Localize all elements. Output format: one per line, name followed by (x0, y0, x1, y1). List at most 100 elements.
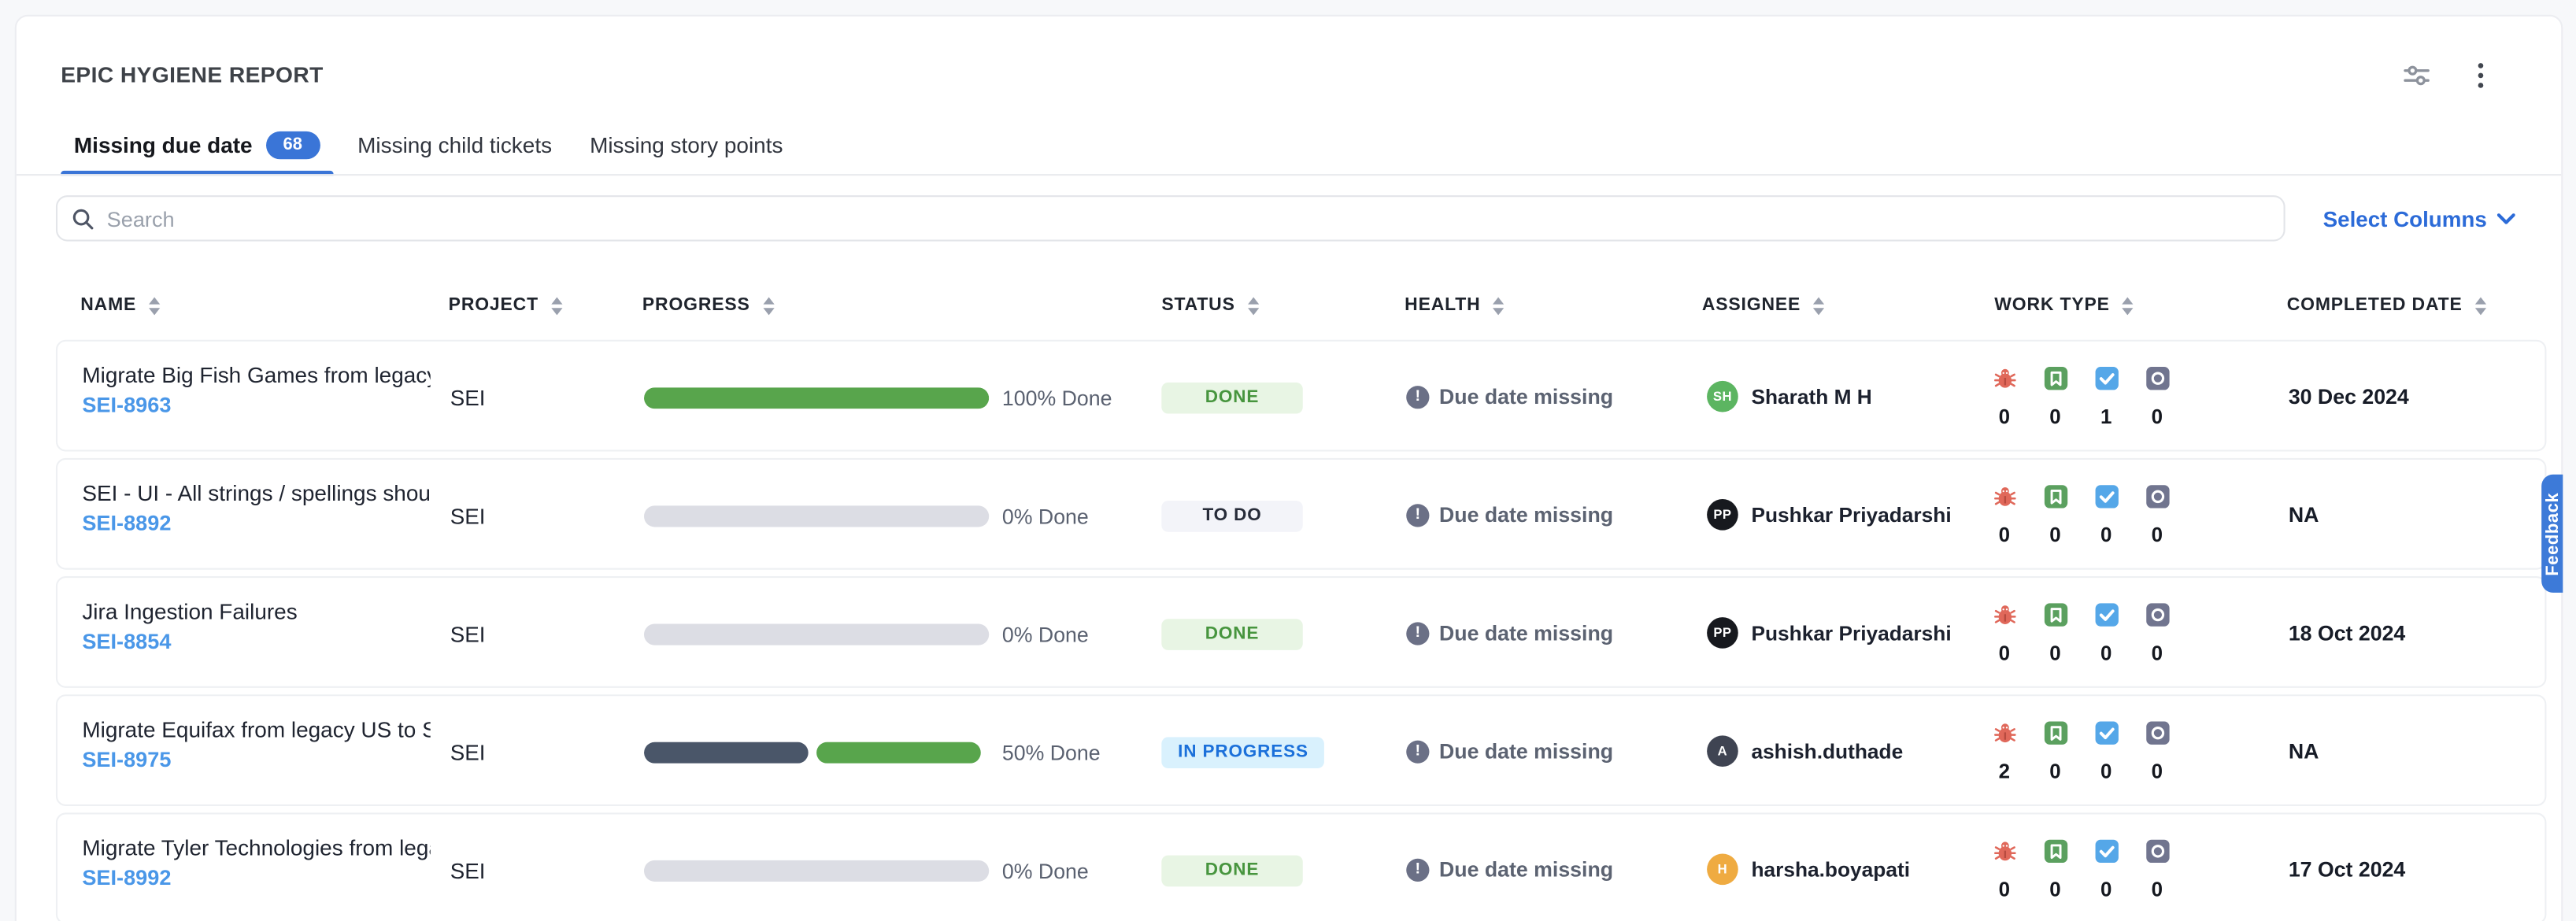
task-icon (2094, 366, 2119, 390)
search-box[interactable] (56, 195, 2285, 241)
progress-label: 100% Done (1002, 386, 1112, 410)
task-icon (2094, 721, 2119, 745)
progress-label: 0% Done (1002, 622, 1089, 646)
column-header-progress[interactable]: PROGRESS (642, 295, 775, 315)
work-type-cell: 0 0 0 0 (1989, 839, 2172, 901)
story-icon (2043, 602, 2067, 627)
work-type-cell: 0 0 0 0 (1989, 602, 2172, 664)
tabs-divider (17, 173, 2561, 175)
bug-icon (1992, 721, 2016, 745)
ticket-id-link[interactable]: SEI-8963 (82, 392, 171, 416)
ticket-id-link[interactable]: SEI-8892 (82, 511, 171, 535)
bug-count: 0 (1999, 642, 2010, 664)
table-row[interactable]: SEI - UI - All strings / spellings shoul… (56, 458, 2546, 570)
epic-name: SEI - UI - All strings / spellings shoul… (82, 481, 430, 505)
project-cell: SEI (450, 621, 486, 645)
assignee-name: harsha.boyapati (1751, 858, 1910, 881)
task-count: 0 (2100, 523, 2112, 546)
column-header-work-type[interactable]: WORK TYPE (1994, 295, 2134, 315)
story-icon (2043, 484, 2067, 509)
column-header-assignee[interactable]: ASSIGNEE (1702, 295, 1826, 315)
column-header-health[interactable]: HEALTH (1405, 295, 1505, 315)
completed-date-cell: NA (2289, 739, 2319, 764)
filter-sliders-icon[interactable] (2402, 61, 2432, 91)
task-icon (2094, 602, 2119, 627)
work-type-cell: 0 0 0 0 (1989, 484, 2172, 546)
epic-count: 0 (2152, 523, 2163, 546)
column-header-completed-date[interactable]: COMPLETED DATE (2287, 295, 2487, 315)
story-count: 0 (2049, 523, 2060, 546)
column-header-status[interactable]: STATUS (1161, 295, 1260, 315)
project-cell: SEI (450, 858, 486, 882)
bug-count: 2 (1999, 760, 2010, 783)
sort-icon (1812, 296, 1826, 314)
table-header: NAME PROJECT PROGRESS STATUS HEALTH ASSIGNEE W… (56, 289, 2546, 331)
warning-icon: ! (1406, 503, 1429, 526)
project-cell: SEI (450, 503, 486, 527)
ticket-id-link[interactable]: SEI-8975 (82, 747, 171, 771)
warning-icon: ! (1406, 621, 1429, 644)
epic-hygiene-report-page: EPIC HYGIENE REPORT Missing due date 68 … (0, 0, 2576, 921)
bug-count: 0 (1999, 523, 2010, 546)
epic-name: Jira Ingestion Failures (82, 599, 430, 623)
project-cell: SEI (450, 740, 486, 764)
health-cell: ! Due date missing (1406, 384, 1613, 409)
warning-icon: ! (1406, 858, 1429, 881)
story-count: 0 (2049, 760, 2060, 783)
table-row[interactable]: Jira Ingestion Failures SEI-8854 SEI 0% … (56, 576, 2546, 688)
sort-icon (550, 296, 564, 314)
health-cell: ! Due date missing (1406, 502, 1613, 527)
report-card: EPIC HYGIENE REPORT Missing due date 68 … (15, 15, 2563, 921)
tab-missing-child-tickets[interactable]: Missing child tickets (344, 115, 564, 174)
epic-icon (2145, 484, 2169, 509)
column-header-name[interactable]: NAME (80, 295, 161, 315)
search-icon (72, 208, 94, 229)
tab-missing-due-date[interactable]: Missing due date 68 (61, 115, 333, 174)
epic-count: 0 (2152, 642, 2163, 664)
assignee-cell: PP Pushkar Priyadarshi (1707, 617, 1952, 649)
card-actions (2402, 61, 2496, 91)
avatar: H (1707, 853, 1738, 885)
column-header-project[interactable]: PROJECT (449, 295, 564, 315)
task-count: 0 (2100, 760, 2112, 783)
story-icon (2043, 839, 2067, 864)
sort-icon (1492, 296, 1505, 314)
tab-bar: Missing due date 68 Missing child ticket… (61, 115, 796, 174)
epic-count: 0 (2152, 405, 2163, 428)
work-type-cell: 2 0 0 0 (1989, 721, 2172, 783)
progress-bar (644, 742, 989, 764)
epic-count: 0 (2152, 760, 2163, 783)
warning-icon: ! (1406, 385, 1429, 408)
completed-date-cell: NA (2289, 502, 2319, 527)
task-icon (2094, 839, 2119, 864)
avatar: PP (1707, 499, 1738, 531)
health-text: Due date missing (1439, 502, 1613, 527)
completed-date-cell: 17 Oct 2024 (2289, 857, 2405, 882)
bug-count: 0 (1999, 405, 2010, 428)
story-icon (2043, 366, 2067, 390)
ticket-id-link[interactable]: SEI-8854 (82, 629, 171, 653)
epic-icon (2145, 602, 2169, 627)
avatar: PP (1707, 617, 1738, 649)
project-cell: SEI (450, 385, 486, 409)
progress-label: 0% Done (1002, 859, 1089, 883)
select-columns-button[interactable]: Select Columns (2323, 207, 2515, 231)
ticket-id-link[interactable]: SEI-8992 (82, 865, 171, 890)
task-count: 1 (2100, 405, 2112, 428)
feedback-tab[interactable]: Feedback (2541, 475, 2563, 593)
tab-missing-story-points[interactable]: Missing story points (576, 115, 796, 174)
health-cell: ! Due date missing (1406, 857, 1613, 882)
health-cell: ! Due date missing (1406, 620, 1613, 645)
progress-bar (644, 860, 989, 882)
table-row[interactable]: Migrate Equifax from legacy US to SE... … (56, 694, 2546, 806)
task-icon (2094, 484, 2119, 509)
epic-icon (2145, 839, 2169, 864)
story-icon (2043, 721, 2067, 745)
epic-icon (2145, 366, 2169, 390)
search-input[interactable] (107, 206, 2269, 231)
health-cell: ! Due date missing (1406, 739, 1613, 764)
table-row[interactable]: Migrate Tyler Technologies from lega... … (56, 812, 2546, 921)
kebab-menu-icon[interactable] (2466, 61, 2496, 91)
epic-count: 0 (2152, 878, 2163, 901)
table-row[interactable]: Migrate Big Fish Games from legacy ... S… (56, 340, 2546, 452)
